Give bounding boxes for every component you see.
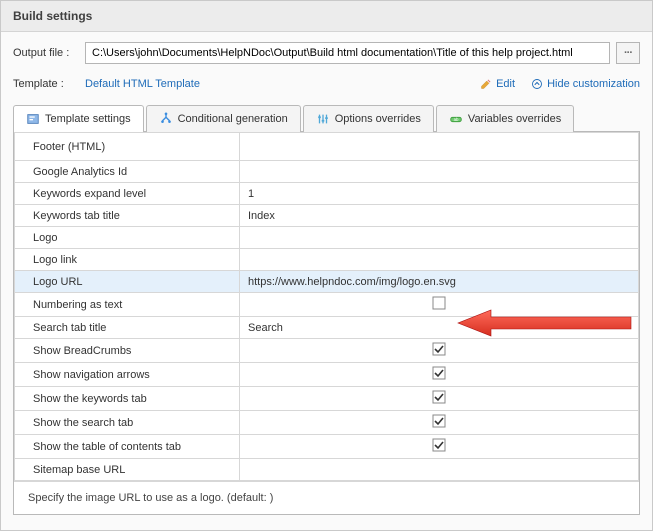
table-row[interactable]: Sitemap base URL [15, 459, 639, 481]
checkbox-checked[interactable] [248, 342, 630, 356]
hide-label: Hide customization [547, 78, 640, 90]
checkbox-checked[interactable] [248, 414, 630, 428]
checkbox-checked[interactable] [248, 390, 630, 404]
table-row[interactable]: Keywords expand level1 [15, 183, 639, 205]
template-row: Template : Default HTML Template Edit Hi… [1, 72, 652, 104]
tab-template-settings[interactable]: Template settings [13, 105, 144, 132]
prop-value[interactable]: https://www.helpndoc.com/img/logo.en.svg [240, 271, 639, 293]
prop-name: Keywords tab title [15, 205, 240, 227]
table-row[interactable]: Show the search tab [15, 411, 639, 435]
hide-customization-link[interactable]: Hide customization [531, 78, 640, 90]
table-row[interactable]: Show navigation arrows [15, 363, 639, 387]
edit-label: Edit [496, 78, 515, 90]
prop-name: Logo [15, 227, 240, 249]
output-file-label: Output file : [13, 47, 79, 59]
table-row[interactable]: Show BreadCrumbs [15, 339, 639, 363]
output-file-row: Output file : ··· [1, 32, 652, 72]
prop-value[interactable]: Search [240, 317, 639, 339]
template-label: Template : [13, 78, 85, 90]
table-row[interactable]: Footer (HTML) [15, 133, 639, 161]
table-row[interactable]: Logo link [15, 249, 639, 271]
tab-conditional-generation[interactable]: Conditional generation [146, 105, 301, 132]
prop-name: Show BreadCrumbs [15, 339, 240, 363]
template-settings-body: Footer (HTML) Google Analytics Id Keywor… [13, 132, 640, 515]
prop-value[interactable]: 1 [240, 183, 639, 205]
table-row[interactable]: Google Analytics Id [15, 161, 639, 183]
output-file-input[interactable] [85, 42, 610, 64]
table-row[interactable]: Numbering as text [15, 293, 639, 317]
options-icon [316, 112, 330, 126]
checkbox-checked[interactable] [248, 438, 630, 452]
build-settings-panel: Build settings Output file : ··· Templat… [0, 0, 653, 531]
table-row-selected[interactable]: Logo URLhttps://www.helpndoc.com/img/log… [15, 271, 639, 293]
tab-label: Conditional generation [178, 113, 288, 125]
caret-up-icon [531, 78, 543, 90]
panel-title: Build settings [13, 9, 92, 23]
tab-options-overrides[interactable]: Options overrides [303, 105, 434, 132]
edit-link[interactable]: Edit [480, 78, 515, 90]
tabs-container: Template settings Conditional generation… [13, 104, 640, 515]
prop-name: Google Analytics Id [15, 161, 240, 183]
prop-name: Sitemap base URL [15, 459, 240, 481]
tab-label: Options overrides [335, 113, 421, 125]
properties-table: Footer (HTML) Google Analytics Id Keywor… [14, 132, 639, 481]
prop-name: Show the keywords tab [15, 387, 240, 411]
svg-text:ab: ab [453, 117, 458, 122]
tab-label: Variables overrides [468, 113, 561, 125]
description-text: Specify the image URL to use as a logo. … [14, 481, 639, 514]
tab-label: Template settings [45, 113, 131, 125]
prop-name: Show the table of contents tab [15, 435, 240, 459]
browse-button[interactable]: ··· [616, 42, 640, 64]
checkbox-checked[interactable] [248, 366, 630, 380]
template-link[interactable]: Default HTML Template [85, 78, 200, 90]
checkbox-unchecked[interactable] [248, 296, 630, 310]
prop-name: Search tab title [15, 317, 240, 339]
prop-value[interactable]: Index [240, 205, 639, 227]
table-row[interactable]: Show the keywords tab [15, 387, 639, 411]
prop-name: Show the search tab [15, 411, 240, 435]
conditional-icon [159, 112, 173, 126]
tab-bar: Template settings Conditional generation… [13, 104, 640, 132]
prop-name: Logo URL [15, 271, 240, 293]
prop-name: Show navigation arrows [15, 363, 240, 387]
prop-name: Numbering as text [15, 293, 240, 317]
table-row[interactable]: Logo [15, 227, 639, 249]
prop-name: Keywords expand level [15, 183, 240, 205]
pencil-icon [480, 78, 492, 90]
panel-header: Build settings [1, 1, 652, 32]
prop-name: Logo link [15, 249, 240, 271]
tab-variables-overrides[interactable]: ab Variables overrides [436, 105, 574, 132]
variables-icon: ab [449, 112, 463, 126]
ellipsis-icon: ··· [624, 47, 632, 59]
table-row[interactable]: Search tab titleSearch [15, 317, 639, 339]
table-row[interactable]: Keywords tab titleIndex [15, 205, 639, 227]
table-row[interactable]: Show the table of contents tab [15, 435, 639, 459]
prop-name: Footer (HTML) [15, 133, 240, 161]
template-icon [26, 112, 40, 126]
